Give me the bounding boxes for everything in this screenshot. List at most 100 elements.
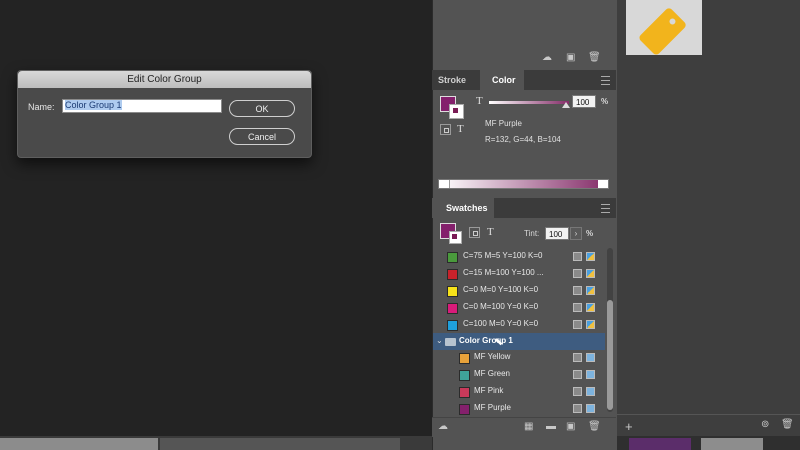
cmyk-mode-icon: [586, 320, 595, 329]
trash-icon[interactable]: 🗑: [781, 419, 794, 430]
group-swatch-row[interactable]: MF Yellow: [433, 349, 605, 366]
tint-field[interactable]: 100: [572, 95, 596, 108]
process-color-icon: [573, 286, 582, 295]
group-name: Color Group 1: [459, 336, 513, 345]
formatting-text-icon[interactable]: T: [457, 123, 464, 135]
trash-icon[interactable]: 🗑: [588, 421, 601, 432]
tag-thumbnail[interactable]: [626, 0, 702, 55]
group-swatch-row[interactable]: MF Pink: [433, 383, 605, 400]
process-color-icon: [573, 387, 582, 396]
process-color-icon: [573, 320, 582, 329]
slider-thumb-icon[interactable]: [562, 102, 570, 108]
text-icon[interactable]: T: [487, 226, 494, 238]
process-color-icon: [573, 252, 582, 261]
plus-icon[interactable]: +: [625, 419, 633, 434]
name-input[interactable]: Color Group 1: [62, 99, 222, 113]
percent-label: %: [601, 97, 609, 106]
tint-chevron-icon[interactable]: ›: [570, 227, 582, 240]
cmyk-mode-icon: [586, 303, 595, 312]
rgb-mode-icon: [586, 404, 595, 413]
swatch-name: C=100 M=0 Y=0 K=0: [463, 319, 539, 328]
chevron-down-icon[interactable]: ⌄: [436, 336, 443, 345]
swatch-row[interactable]: C=0 M=100 Y=0 K=0: [433, 299, 605, 316]
swatch-name: MF Yellow: [474, 352, 511, 361]
cmyk-mode-icon: [586, 269, 595, 278]
scrollbar-thumb[interactable]: [607, 300, 613, 410]
container-icon[interactable]: [469, 227, 480, 238]
swatch-chip: [447, 269, 458, 280]
swatches-panel-header: Swatches: [432, 198, 616, 218]
cmyk-mode-icon: [586, 286, 595, 295]
edit-color-group-dialog: Edit Color Group Name: Color Group 1 OK …: [17, 70, 312, 158]
rgb-mode-icon: [586, 353, 595, 362]
color-group-row[interactable]: ⌄ Color Group 1 ⬉: [433, 333, 605, 350]
tab-color[interactable]: Color: [480, 70, 524, 90]
process-color-icon: [573, 404, 582, 413]
show-swatch-kinds-icon[interactable]: ▦: [524, 421, 533, 432]
process-color-icon: [573, 353, 582, 362]
right-dock: [617, 0, 800, 450]
tint-label: Tint:: [524, 229, 540, 238]
swatch-row[interactable]: C=0 M=0 Y=100 K=0: [433, 282, 605, 299]
new-color-group-icon[interactable]: ▬: [546, 421, 556, 432]
group-swatch-row[interactable]: MF Purple: [433, 400, 605, 417]
thumbnail-strip: [617, 436, 800, 450]
swatch-row[interactable]: C=15 M=100 Y=100 ...: [433, 265, 605, 282]
cc-library-icon[interactable]: ☁: [542, 52, 552, 63]
swatch-chip: [459, 404, 470, 415]
swatch-chip: [459, 353, 470, 364]
tab-swatches[interactable]: Swatches: [432, 198, 494, 218]
swatches-footer: ☁ ▦ ▬ ▣ 🗑: [432, 417, 616, 437]
document-workspace: [0, 0, 432, 450]
link-icon[interactable]: ⊚: [761, 419, 769, 430]
swatch-chip: [447, 286, 458, 297]
dock-footer: + ⊚ 🗑: [617, 414, 800, 437]
stroke-swatch[interactable]: [449, 104, 464, 119]
swatch-percent-label: %: [586, 229, 594, 238]
ok-button[interactable]: OK: [229, 100, 295, 117]
rgb-mode-icon: [586, 370, 595, 379]
tab-stroke[interactable]: Stroke: [438, 70, 476, 90]
swatch-name: MF Green: [474, 369, 511, 378]
swatch-name: C=75 M=5 Y=100 K=0: [463, 251, 543, 260]
thumbnail[interactable]: [629, 438, 691, 450]
swatch-chip: [459, 387, 470, 398]
tag-icon: [639, 8, 686, 55]
swatch-stroke-icon[interactable]: [449, 231, 462, 244]
swatch-chip: [447, 320, 458, 331]
top-panel-footer: ☁ ▣ 🗑: [542, 52, 612, 66]
formatting-container-icon[interactable]: [440, 124, 451, 135]
swatch-row[interactable]: C=75 M=5 Y=100 K=0: [433, 248, 605, 265]
rgb-mode-icon: [586, 387, 595, 396]
workspace-bottom-strip: [0, 436, 432, 450]
swatch-name: C=15 M=100 Y=100 ...: [463, 268, 544, 277]
swatch-tint-field[interactable]: 100: [545, 227, 569, 240]
swatch-name: MF Pink: [474, 386, 504, 395]
new-item-icon[interactable]: ▣: [566, 52, 575, 63]
cmyk-mode-icon: [586, 252, 595, 261]
rgb-values: R=132, G=44, B=104: [485, 135, 561, 144]
process-color-icon: [573, 370, 582, 379]
thumbnail[interactable]: [701, 438, 763, 450]
swatch-name: MF Purple: [474, 403, 511, 412]
menu-icon[interactable]: [601, 204, 610, 213]
cc-library-icon[interactable]: ☁: [438, 421, 448, 432]
name-input-value[interactable]: Color Group 1: [65, 100, 122, 110]
color-ramp[interactable]: [438, 179, 609, 189]
tint-glyph: T: [476, 95, 483, 107]
cancel-button[interactable]: Cancel: [229, 128, 295, 145]
swatch-row[interactable]: C=100 M=0 Y=0 K=0: [433, 316, 605, 333]
new-swatch-icon[interactable]: ▣: [566, 421, 575, 432]
color-name: MF Purple: [485, 119, 522, 128]
folder-icon: [445, 338, 456, 346]
menu-icon[interactable]: [601, 76, 610, 85]
trash-icon[interactable]: 🗑: [588, 52, 601, 63]
swatch-chip: [459, 370, 470, 381]
dialog-title: Edit Color Group: [18, 71, 311, 88]
group-swatch-row[interactable]: MF Green: [433, 366, 605, 383]
swatch-chip: [447, 303, 458, 314]
tint-slider[interactable]: [489, 101, 569, 104]
process-color-icon: [573, 303, 582, 312]
name-label: Name:: [28, 102, 55, 112]
swatch-name: C=0 M=100 Y=0 K=0: [463, 302, 539, 311]
